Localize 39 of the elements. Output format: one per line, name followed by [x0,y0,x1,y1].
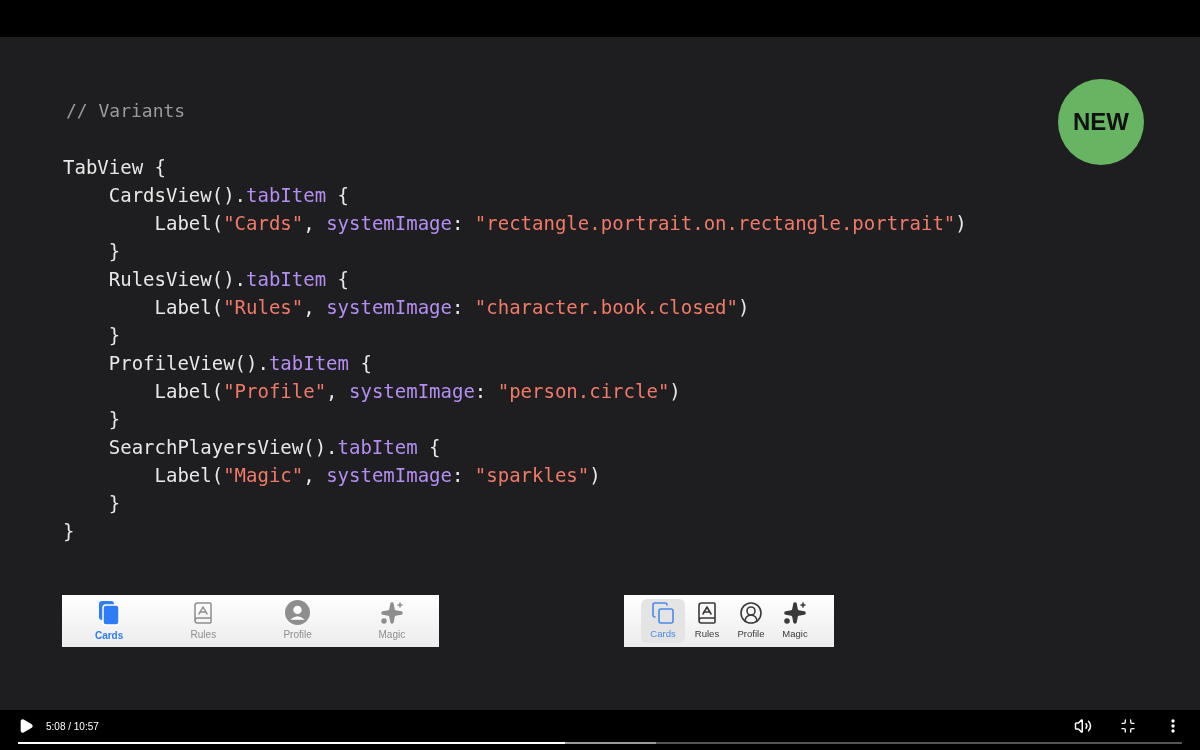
code-line: } [107,407,121,432]
volume-button[interactable] [1074,717,1092,735]
play-button[interactable] [18,718,34,734]
tab-item[interactable]: Profile [250,595,345,647]
tab-item[interactable]: Magic [773,599,817,643]
code-line: RulesView().tabItem { [107,267,349,292]
sparkles-icon [783,600,807,625]
sparkles-icon [379,600,404,625]
cards-icon [97,599,122,626]
tab-item[interactable]: Rules [685,599,729,643]
code-line: Label("Profile", systemImage: "person.circle") [153,379,681,404]
cards-icon [651,600,675,625]
code-line: TabView { [63,155,166,180]
tab-item[interactable]: Cards [641,599,685,643]
exit-fullscreen-icon [1120,718,1136,734]
code-line: ProfileView().tabItem { [107,351,372,376]
code-line: CardsView().tabItem { [107,183,349,208]
tab-item[interactable]: Rules [156,595,251,647]
tab-item[interactable]: Cards [62,595,157,647]
person-icon [285,600,311,625]
person-icon [739,600,763,625]
code-comment: // Variants [66,99,186,123]
new-badge: NEW [1058,79,1144,165]
code-line: Label("Cards", systemImage: "rectangle.portrait.on.rectangle.portrait") [153,211,967,236]
volume-icon [1074,717,1092,735]
time-display: 5:08 / 10:57 [46,719,99,734]
tab-item[interactable]: Profile [729,599,773,643]
code-line: Label("Magic", systemImage: "sparkles") [153,463,601,488]
code-line: } [107,239,121,264]
play-icon [18,718,34,734]
code-line: SearchPlayersView().tabItem { [107,435,441,460]
code-line: Label("Rules", systemImage: "character.book.closed") [153,295,750,320]
tab-item[interactable]: Magic [344,595,439,647]
more-icon [1171,719,1175,733]
book-icon [695,600,719,625]
code-line: } [63,519,75,544]
exit-fullscreen-button[interactable] [1120,718,1136,734]
code-line: } [107,323,121,348]
code-line: } [107,491,121,516]
